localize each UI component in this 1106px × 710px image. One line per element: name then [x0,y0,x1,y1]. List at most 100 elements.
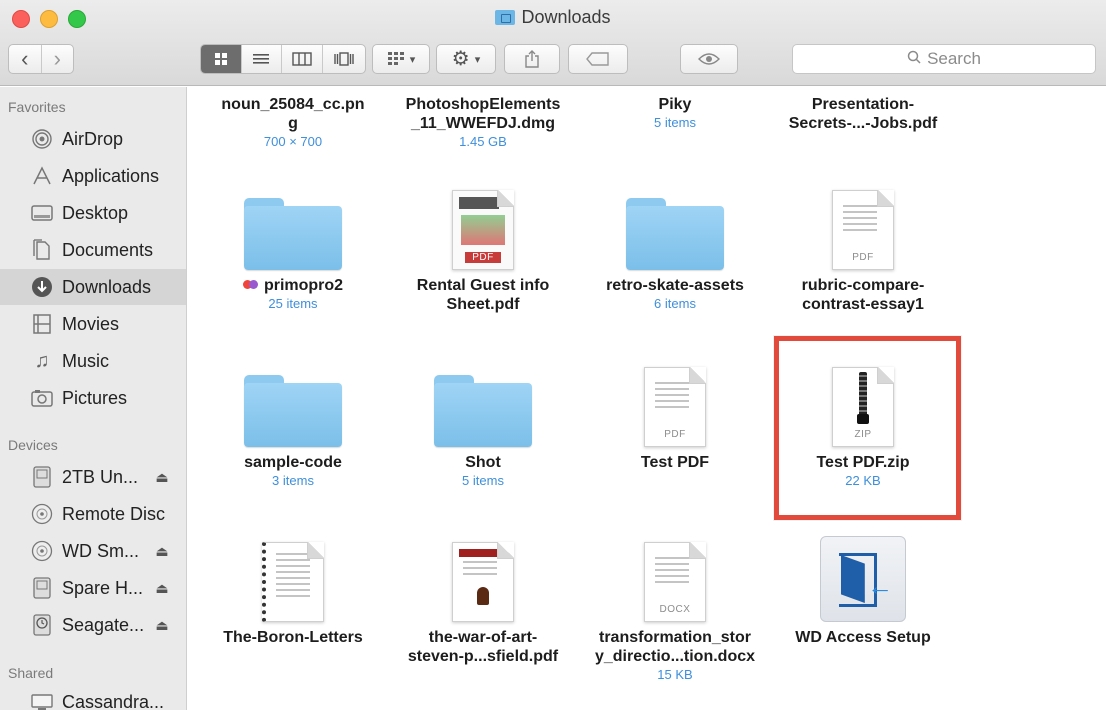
back-forward-control: ‹ › [8,44,74,74]
file-name: Test PDF [640,454,710,471]
forward-button[interactable]: › [42,45,74,73]
action-button[interactable]: ⚙ ▾ [436,44,496,74]
file-item[interactable]: Presentation- Secrets-...-Jobs.pdf [768,95,958,134]
icon-view-icon [214,53,227,65]
pictures-icon [30,386,54,410]
file-item[interactable]: Shot 5 items [388,351,578,489]
sidebar-item-label: 2TB Un... [62,466,139,487]
drive-icon [30,576,54,600]
sidebar-item-airdrop[interactable]: AirDrop [0,121,186,157]
sidebar-item-remote-disc[interactable]: Remote Disc [0,496,186,532]
file-name: WD Access Setup [795,629,931,646]
sidebar-item-label: Movies [62,313,120,334]
column-view-icon [292,52,312,66]
downloads-icon [30,275,54,299]
eject-icon[interactable]: ⏏ [152,469,172,486]
list-view-icon [253,54,270,64]
timemachine-drive-icon [30,613,54,637]
spiral-document-icon [262,542,324,622]
file-item[interactable]: Piky 5 items [580,95,770,131]
file-item[interactable]: PDF Test PDF [580,351,770,472]
sidebar-item-label: Music [62,350,110,371]
eject-icon[interactable]: ⏏ [152,617,172,634]
sidebar-item-documents[interactable]: Documents [0,232,186,268]
view-mode-control [200,44,366,74]
file-meta: 700 × 700 [263,134,323,149]
disc-icon [30,502,54,526]
file-name: noun_25084_cc.pn g [221,96,365,132]
file-name: the-war-of-art- steven-p...sfield.pdf [407,629,559,665]
eject-icon[interactable]: ⏏ [152,543,172,560]
folder-icon [434,375,532,447]
pdf-thumbnail: PDF [580,351,770,447]
file-item[interactable]: PDF rubric-compare- contrast-essay1 [768,174,958,314]
list-view-button[interactable] [242,45,283,73]
folder-icon [626,198,724,270]
music-icon: ♫ [34,349,50,372]
quick-look-button[interactable] [680,44,738,74]
file-name: Rental Guest info Sheet.pdf [416,277,550,313]
sidebar-item-label: AirDrop [62,128,124,149]
file-name: rubric-compare- contrast-essay1 [801,277,925,313]
file-item[interactable]: noun_25084_cc.pn g 700 × 700 [198,95,388,150]
sidebar-item-movies[interactable]: Movies [0,306,186,342]
file-meta: 3 items [272,473,314,488]
sidebar-item-applications[interactable]: Applications [0,158,186,194]
pdf-document-icon: PDF [644,367,706,447]
icon-view-button[interactable] [201,45,242,73]
sidebar-item-label: Desktop [62,202,129,223]
pdf-document-icon: PDF [452,190,514,270]
sidebar-item-pictures[interactable]: Pictures [0,380,186,416]
folder-thumbnail [198,351,388,447]
cover-flow-button[interactable] [323,45,365,73]
document-thumbnail [198,526,388,622]
chevron-down-icon: ▾ [474,53,481,66]
arrange-icon [387,52,404,65]
sidebar-item-cassandra[interactable]: Cassandra... [0,684,186,710]
file-meta: 5 items [462,473,504,488]
cover-flow-icon [334,52,354,66]
sidebar-item-desktop[interactable]: Desktop [0,195,186,231]
sidebar: Favorites AirDrop Applications Desktop D… [0,87,187,710]
file-item[interactable]: PhotoshopElements _11_WWEFDJ.dmg 1.45 GB [388,95,578,150]
tags-button[interactable] [568,44,628,74]
sidebar-item-label: Downloads [62,276,152,297]
file-item[interactable]: ← WD Access Setup [768,526,958,647]
file-name: Piky [658,96,692,113]
sidebar-item-wd-drive[interactable]: WD Sm... ⏏ [0,533,186,569]
sidebar-item-seagate-drive[interactable]: Seagate... ⏏ [0,607,186,643]
window-title: Downloads [0,7,1106,28]
file-item[interactable]: sample-code 3 items [198,351,388,489]
eject-icon[interactable]: ⏏ [152,580,172,597]
sidebar-item-spare-drive[interactable]: Spare H... ⏏ [0,570,186,606]
file-item[interactable]: retro-skate-assets 6 items [580,174,770,312]
back-button[interactable]: ‹ [9,45,42,73]
sidebar-item-music[interactable]: ♫ Music [0,343,186,379]
file-name: primopro2 [263,277,344,294]
file-meta: 25 items [268,296,318,311]
file-name-row: primopro2 [198,276,388,295]
folder-thumbnail [388,351,578,447]
share-button[interactable] [504,44,560,74]
pdf-thumbnail [388,526,578,622]
sidebar-item-downloads[interactable]: Downloads [0,269,186,305]
file-name: sample-code [244,454,342,471]
column-view-button[interactable] [282,45,323,73]
documents-icon [30,238,54,262]
file-item[interactable]: the-war-of-art- steven-p...sfield.pdf [388,526,578,666]
search-placeholder: Search [927,49,981,68]
file-name: Presentation- Secrets-...-Jobs.pdf [788,96,938,132]
file-item[interactable]: The-Boron-Letters [198,526,388,647]
sidebar-item-2tb-drive[interactable]: 2TB Un... ⏏ [0,459,186,495]
search-field[interactable]: Search [792,44,1096,74]
sidebar-item-label: Pictures [62,387,128,408]
file-item[interactable]: PDF Rental Guest info Sheet.pdf [388,174,578,314]
chevron-right-icon: › [53,46,61,71]
file-item[interactable]: primopro2 25 items [198,174,388,312]
arrange-button[interactable]: ▾ [372,44,430,74]
file-item[interactable]: DOCX transformation_stor y_directio...ti… [580,526,770,683]
file-meta: 6 items [654,296,696,311]
toolbar: Downloads ‹ › ▾ ⚙ ▾ Search [0,0,1106,86]
search-icon [907,49,921,69]
sidebar-item-label: Cassandra... [62,691,165,710]
